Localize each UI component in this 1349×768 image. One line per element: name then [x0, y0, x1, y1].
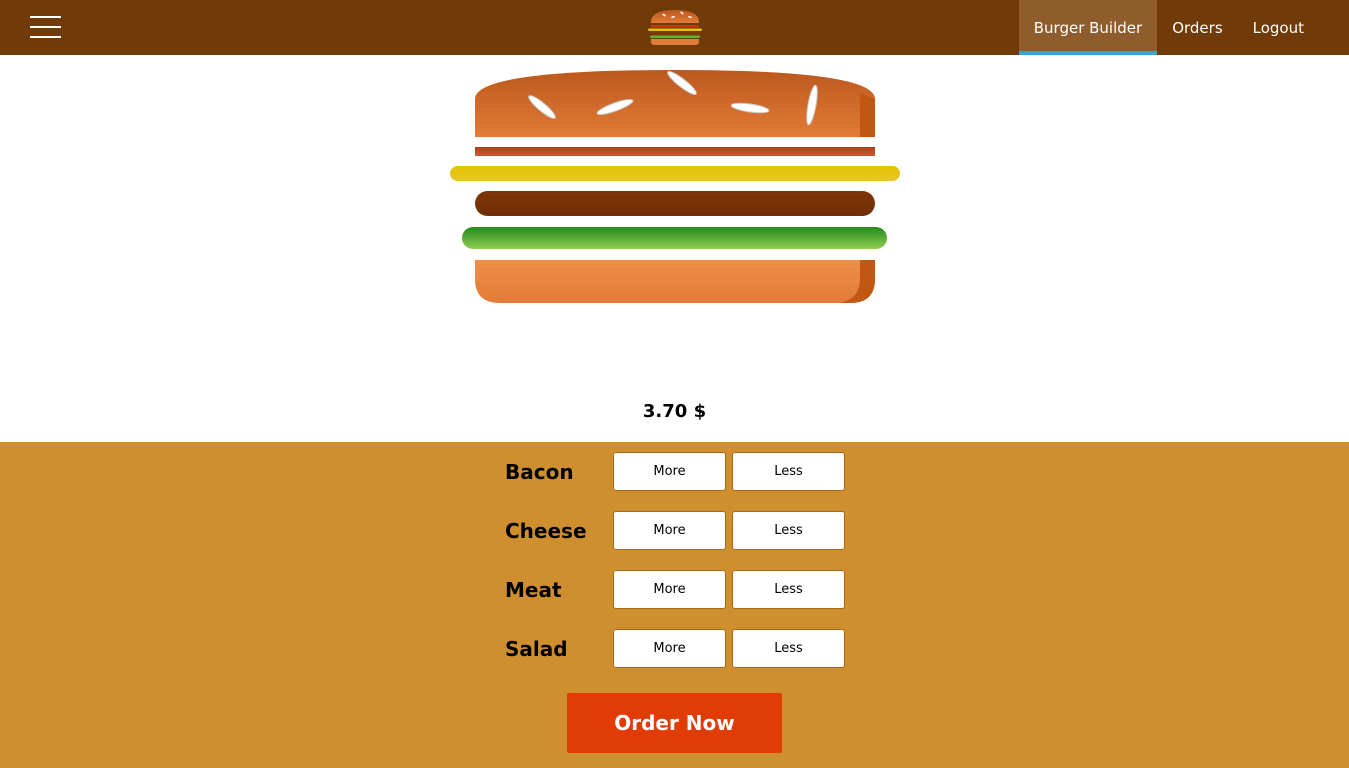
control-meat: Meat More Less	[505, 570, 845, 609]
ingredient-meat	[475, 191, 875, 216]
bread-bottom	[475, 260, 875, 303]
control-salad: Salad More Less	[505, 629, 845, 668]
more-salad-button[interactable]: More	[613, 629, 726, 668]
control-cheese: Cheese More Less	[505, 511, 845, 550]
control-label: Cheese	[505, 519, 587, 543]
hamburger-menu-icon[interactable]	[30, 16, 61, 40]
toolbar: Burger Builder Orders Logout	[0, 0, 1349, 55]
burger-logo-icon[interactable]	[646, 8, 704, 48]
nav-logout[interactable]: Logout	[1238, 0, 1319, 55]
less-meat-button[interactable]: Less	[732, 570, 845, 609]
less-salad-button[interactable]: Less	[732, 629, 845, 668]
more-cheese-button[interactable]: More	[613, 511, 726, 550]
burger-illustration	[450, 70, 900, 303]
order-now-button[interactable]: Order Now	[567, 693, 782, 753]
nav-burger-builder[interactable]: Burger Builder	[1018, 0, 1158, 55]
less-bacon-button[interactable]: Less	[732, 452, 845, 491]
main-nav: Burger Builder Orders Logout	[1018, 0, 1319, 55]
burger-preview	[0, 55, 1349, 442]
ingredient-bacon	[475, 147, 875, 156]
burger-price: 3.70 $	[642, 401, 707, 422]
control-label: Meat	[505, 578, 562, 602]
control-label: Salad	[505, 637, 568, 661]
ingredient-cheese	[450, 166, 900, 181]
nav-orders[interactable]: Orders	[1157, 0, 1237, 55]
ingredient-salad	[462, 227, 887, 249]
bread-top	[475, 70, 875, 137]
more-meat-button[interactable]: More	[613, 570, 726, 609]
more-bacon-button[interactable]: More	[613, 452, 726, 491]
control-bacon: Bacon More Less	[505, 452, 845, 491]
build-controls: Bacon More Less Cheese More Less Meat Mo…	[0, 442, 1349, 768]
control-label: Bacon	[505, 460, 574, 484]
less-cheese-button[interactable]: Less	[732, 511, 845, 550]
